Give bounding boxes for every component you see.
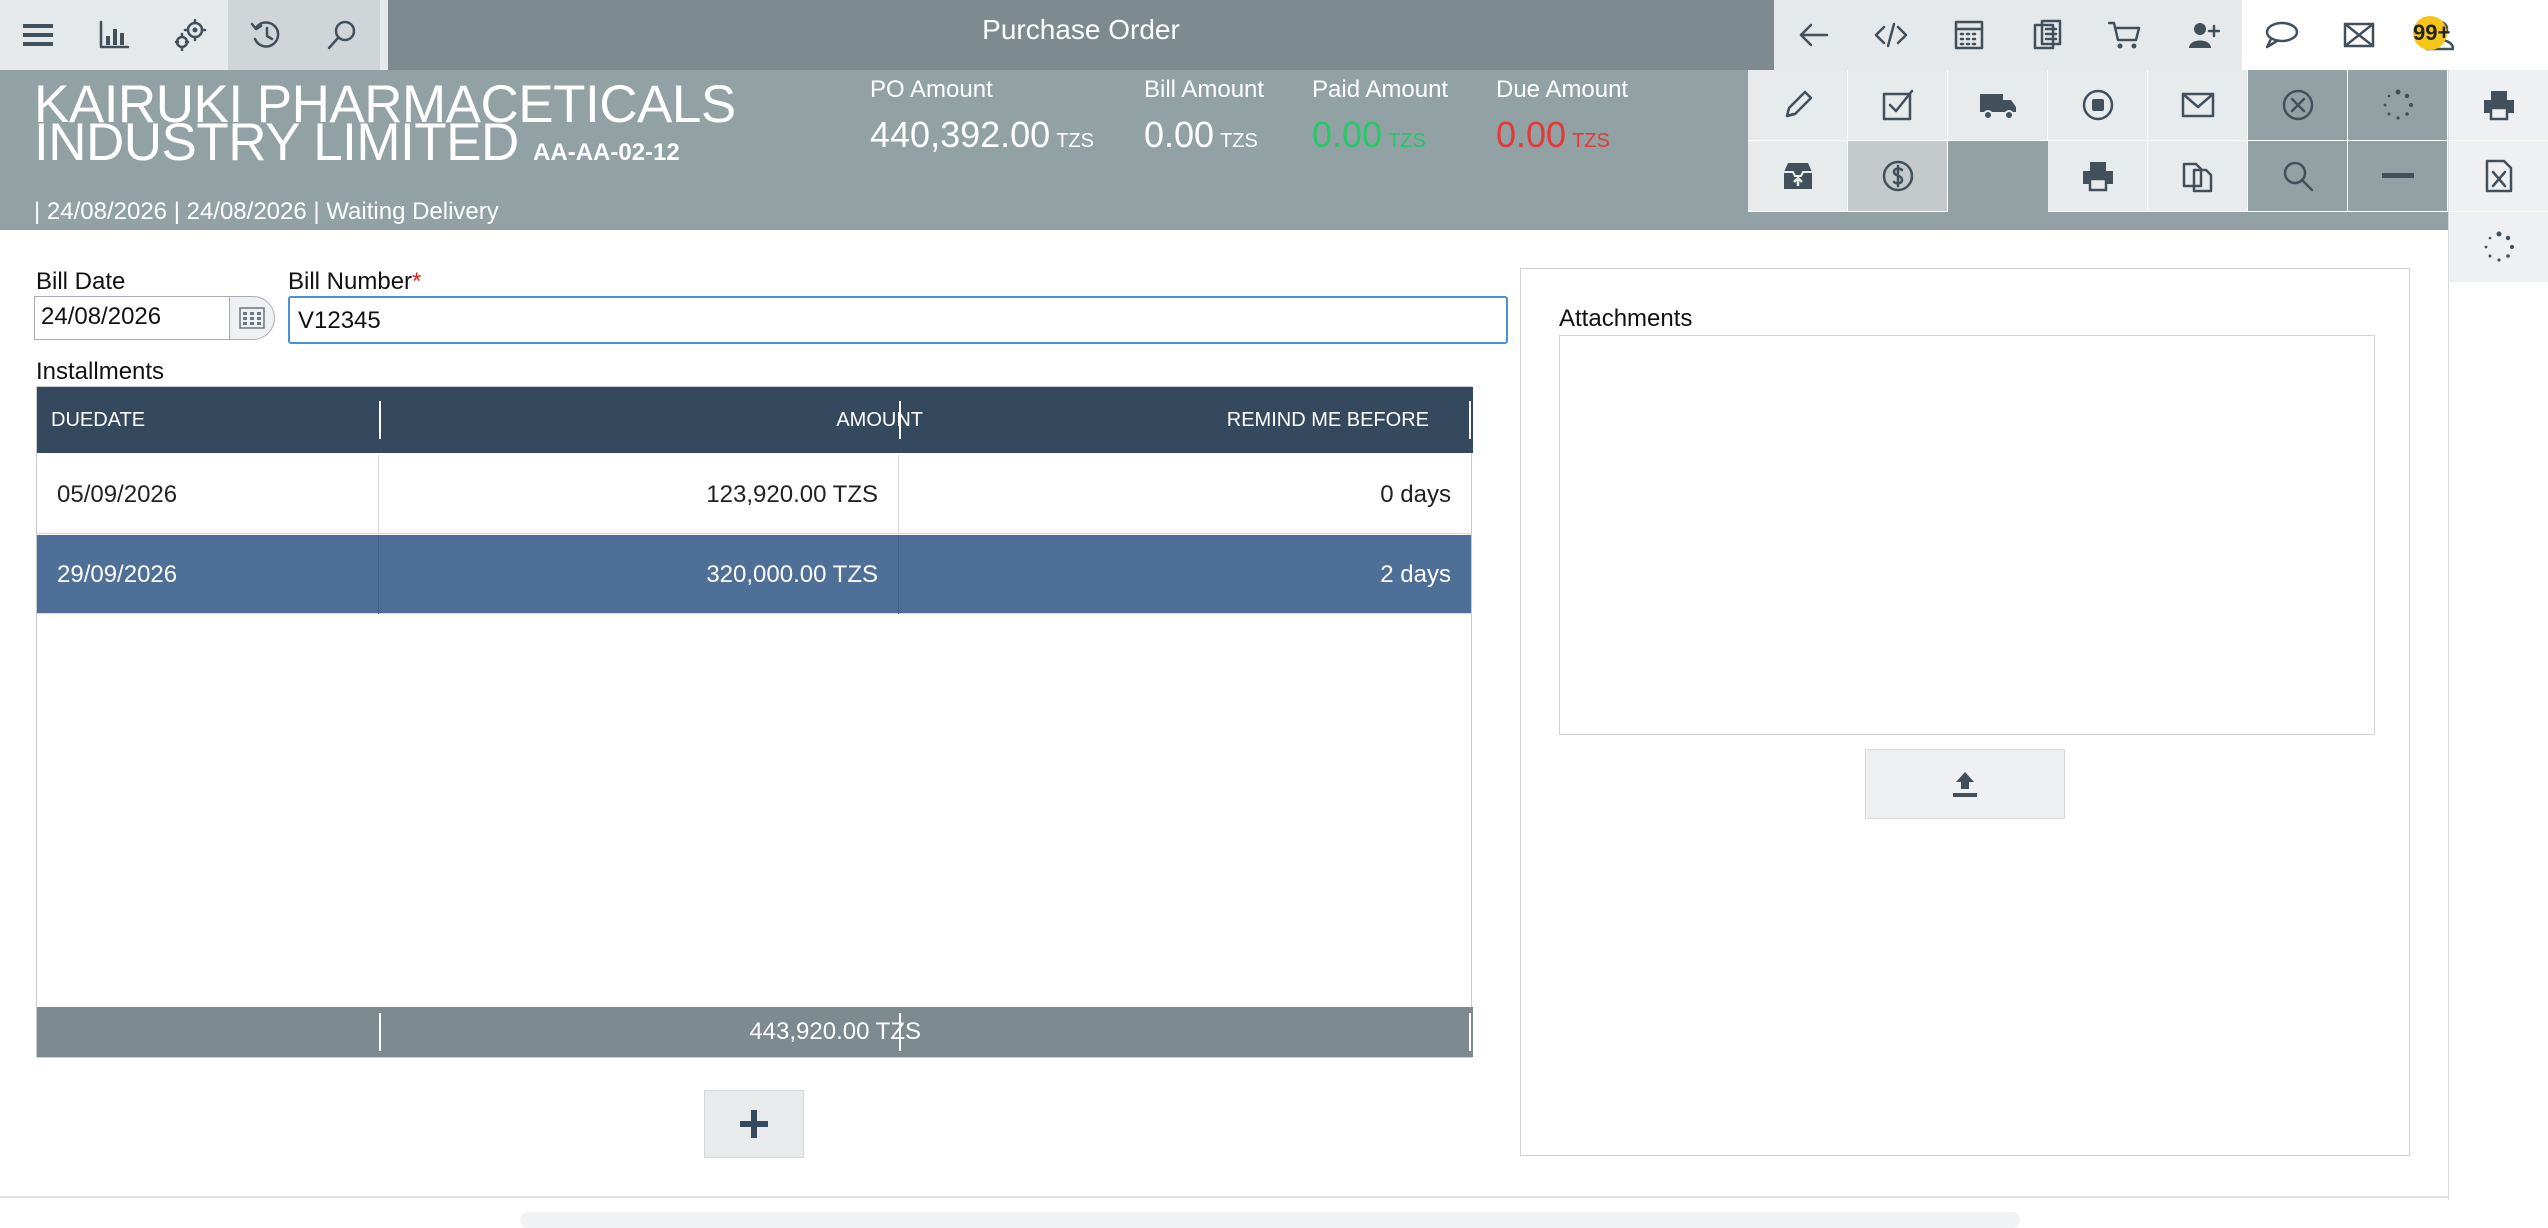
bill-number-field[interactable]: V12345 <box>288 296 1508 344</box>
stop-circle-icon[interactable] <box>2048 70 2148 141</box>
column-separator <box>899 1013 901 1051</box>
clipboard-icon[interactable] <box>2008 0 2086 70</box>
bill-date-field[interactable]: 24/08/2026 <box>34 296 230 340</box>
loading-spinner-icon[interactable] <box>2449 212 2548 283</box>
attachments-panel: Attachments <box>1520 268 2410 1156</box>
back-arrow-icon[interactable] <box>1774 0 1852 70</box>
bottom-divider <box>0 1196 2448 1198</box>
top-bar: Purchase Order 99+ <box>0 0 2548 70</box>
column-header-remind[interactable]: REMIND ME BEFORE <box>901 387 1429 453</box>
bill-amount-label: Bill Amount <box>1144 76 1265 103</box>
cell-remind[interactable]: 0 days <box>899 455 1471 534</box>
notification-badge[interactable]: 99+ <box>2413 16 2450 50</box>
table-row[interactable]: 05/09/2026 123,920.00 TZS 0 days <box>37 455 1471 534</box>
grid-footer: 443,920.00 TZS <box>37 1007 1473 1057</box>
po-amount-value: 440,392.00 <box>870 114 1051 155</box>
top-user-toolbar <box>2242 0 2548 70</box>
plus-icon <box>740 1110 768 1138</box>
cell-remind[interactable]: 2 days <box>899 535 1471 614</box>
checkbox-check-icon[interactable] <box>1848 70 1948 141</box>
paid-amount-value: 0.00 <box>1312 114 1383 155</box>
history-icon[interactable] <box>228 0 304 70</box>
loading-spinner-icon[interactable] <box>2348 70 2448 141</box>
due-amount: Due Amount 0.00 TZS <box>1496 76 1628 156</box>
po-amount: PO Amount 440,392.00 TZS <box>870 76 1094 156</box>
installments-grid: DUEDATE AMOUNT REMIND ME BEFORE 05/09/20… <box>36 386 1473 1058</box>
search-icon[interactable] <box>2248 141 2348 212</box>
top-right-toolbar <box>1774 0 2242 70</box>
copy-icon[interactable] <box>2148 141 2248 212</box>
bill-amount-currency: TZS <box>1220 130 1258 152</box>
company-name-line2: INDUSTRY LIMITED AA-AA-02-12 <box>34 116 736 172</box>
installments-total: 443,920.00 TZS <box>749 1018 921 1045</box>
printer-icon[interactable] <box>2048 141 2148 212</box>
upload-icon <box>1953 772 1977 797</box>
column-header-amount[interactable]: AMOUNT <box>381 387 923 453</box>
cancel-circle-icon[interactable] <box>2248 70 2348 141</box>
company-name-line2-text: INDUSTRY LIMITED <box>34 113 519 172</box>
mail-icon[interactable] <box>2148 70 2248 141</box>
column-separator <box>1469 1013 1471 1051</box>
printer-icon[interactable] <box>2449 70 2548 141</box>
installments-title: Installments <box>36 358 165 385</box>
company-name: KAIRUKI PHARMACETICALS INDUSTRY LIMITED … <box>34 78 736 172</box>
dollar-circle-icon[interactable] <box>1848 141 1948 212</box>
paid-amount-label: Paid Amount <box>1312 76 1449 103</box>
cart-icon[interactable] <box>2086 0 2164 70</box>
due-amount-label: Due Amount <box>1496 76 1629 103</box>
minus-icon[interactable] <box>2348 141 2448 212</box>
due-amount-currency: TZS <box>1572 130 1610 152</box>
cell-amount[interactable]: 320,000.00 TZS <box>379 535 899 614</box>
cell-duedate[interactable]: 29/09/2026 <box>37 535 379 614</box>
menu-icon[interactable] <box>0 0 76 70</box>
grid-header: DUEDATE AMOUNT REMIND ME BEFORE <box>37 387 1473 453</box>
paid-amount-currency: TZS <box>1388 130 1426 152</box>
attachments-dropzone[interactable] <box>1559 335 2375 735</box>
page-title: Purchase Order <box>982 14 1180 45</box>
chat-icon[interactable] <box>2242 0 2320 70</box>
bill-number-label: Bill Number* <box>288 268 421 296</box>
required-mark: * <box>412 268 422 295</box>
bill-number-label-text: Bill Number <box>288 268 413 295</box>
table-row-selected[interactable]: 29/09/2026 320,000.00 TZS 2 days <box>37 535 1471 614</box>
paid-amount: Paid Amount 0.00 TZS <box>1312 76 1448 156</box>
side-action-column <box>2448 70 2548 1200</box>
mail-icon[interactable] <box>2320 0 2398 70</box>
bill-amount-value: 0.00 <box>1144 114 1215 155</box>
po-amount-currency: TZS <box>1056 130 1094 152</box>
chart-icon[interactable] <box>76 0 152 70</box>
attachments-title: Attachments <box>1559 305 1693 332</box>
calendar-icon[interactable] <box>229 296 275 340</box>
settings-gear-icon[interactable] <box>152 0 228 70</box>
bill-date-label: Bill Date <box>36 268 126 295</box>
column-separator[interactable] <box>1469 401 1471 439</box>
edit-pencil-icon[interactable] <box>1748 70 1848 141</box>
action-toolbar <box>1748 70 2448 212</box>
add-installment-button[interactable] <box>704 1090 804 1158</box>
po-amount-label: PO Amount <box>870 76 993 103</box>
excel-icon[interactable] <box>2449 141 2548 212</box>
truck-icon[interactable] <box>1948 70 2048 141</box>
column-header-duedate[interactable]: DUEDATE <box>51 387 145 453</box>
due-amount-value: 0.00 <box>1496 114 1567 155</box>
top-left-toolbar <box>0 0 388 70</box>
scroll-shadow <box>520 1212 2020 1228</box>
user-add-icon[interactable] <box>2164 0 2242 70</box>
bill-amount: Bill Amount 0.00 TZS <box>1144 76 1264 156</box>
upload-button[interactable] <box>1865 749 2065 819</box>
search-icon[interactable] <box>304 0 380 70</box>
code-icon[interactable] <box>1852 0 1930 70</box>
calculator-icon[interactable] <box>1930 0 2008 70</box>
cell-duedate[interactable]: 05/09/2026 <box>37 455 379 534</box>
empty-slot <box>1948 141 2048 212</box>
archive-box-icon[interactable] <box>1748 141 1848 212</box>
cell-amount[interactable]: 123,920.00 TZS <box>379 455 899 534</box>
po-meta-line: | 24/08/2026 | 24/08/2026 | Waiting Deli… <box>34 198 499 225</box>
po-code: AA-AA-02-12 <box>533 139 680 166</box>
